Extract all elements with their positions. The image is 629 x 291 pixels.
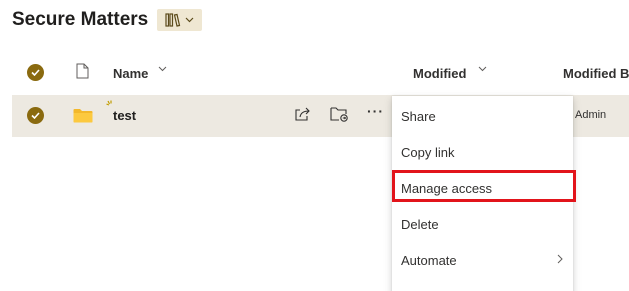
document-library-page: Secure Matters Name Modified Modified B … <box>0 0 629 291</box>
chevron-right-icon <box>557 254 563 264</box>
document-icon[interactable] <box>76 63 89 79</box>
check-icon <box>31 112 40 119</box>
share-icon[interactable] <box>294 106 311 122</box>
row-checkbox[interactable] <box>27 107 44 124</box>
menu-item-share[interactable]: Share <box>392 98 573 134</box>
menu-item-label: Share <box>401 108 436 124</box>
menu-item-automate[interactable]: Automate <box>392 242 573 278</box>
column-modified-by-header[interactable]: Modified B <box>563 66 629 81</box>
column-modified-header[interactable]: Modified <box>413 66 466 81</box>
column-name-header[interactable]: Name <box>113 66 148 81</box>
highlight-box <box>392 170 576 202</box>
move-folder-icon[interactable] <box>330 106 349 122</box>
modified-by-value: Admin <box>575 109 607 121</box>
menu-item-label: Automate <box>401 252 457 268</box>
chevron-down-icon <box>185 17 194 23</box>
select-all-checkbox[interactable] <box>27 64 44 81</box>
check-icon <box>31 69 40 76</box>
library-books-icon <box>165 13 181 27</box>
menu-item-delete[interactable]: Delete <box>392 206 573 242</box>
page-title: Secure Matters <box>12 9 149 30</box>
chevron-down-icon[interactable] <box>158 66 167 72</box>
menu-item-label: Delete <box>401 216 439 232</box>
more-actions-button[interactable]: ··· <box>367 103 384 119</box>
menu-item-copy-link[interactable]: Copy link <box>392 134 573 170</box>
library-switch-button[interactable] <box>157 9 202 31</box>
column-header-row: Name Modified Modified B <box>12 58 629 88</box>
file-name-link[interactable]: test <box>113 108 136 123</box>
chevron-down-icon[interactable] <box>478 66 487 72</box>
folder-icon <box>73 109 93 123</box>
menu-item-label: Copy link <box>401 144 455 160</box>
